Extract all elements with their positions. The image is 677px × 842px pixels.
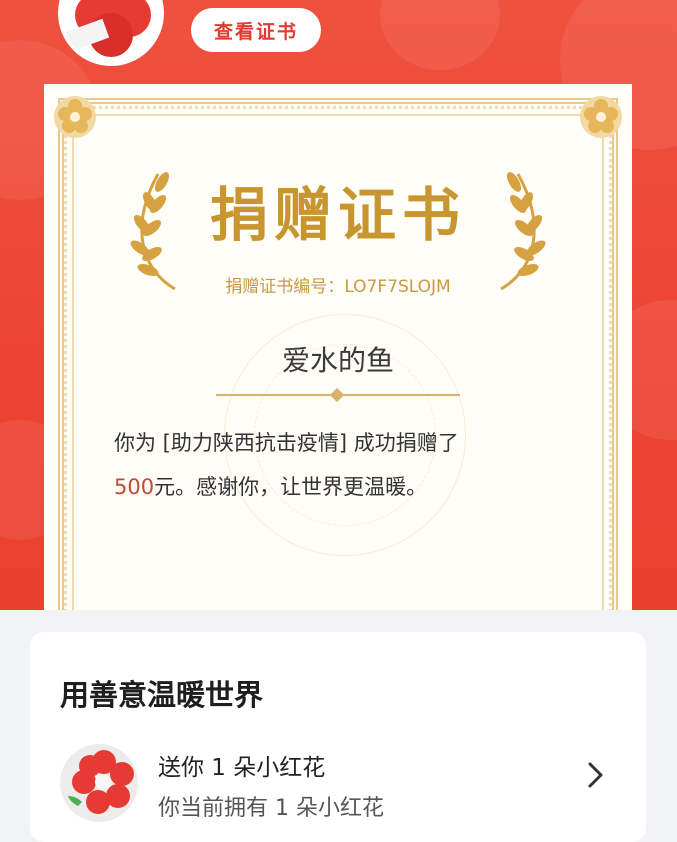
flower-item-title[interactable]: 送你 1 朵小红花 [158,748,325,782]
hero-banner: 查看证书 捐赠证书 捐赠证书编号：LO7F7SLOJM 爱水的鱼 你为 [助力陕… [0,0,677,610]
donor-name: 爱水的鱼 [281,344,394,377]
certificate-title: 捐赠证书 [209,181,466,249]
view-certificate-button[interactable]: 查看证书 [191,8,321,52]
certificate-number-label: 捐赠证书编号： [225,277,345,297]
card-title: 用善意温暖世界 [60,678,264,712]
divider [216,387,460,403]
certificate-number-value: LO7F7SLOJM [344,277,451,297]
chevron-right-icon[interactable] [580,760,610,790]
flower-ornament-icon [580,96,622,138]
certificate-message: 你为 [助力陕西抗击疫情] 成功捐赠了 500元。感谢你，让世界更温暖。 [114,421,572,509]
little-red-flower-icon [68,750,134,814]
message-line-1: 你为 [助力陕西抗击疫情] 成功捐赠了 [114,431,459,455]
flower-avatar [60,744,138,822]
certificate-number: 捐赠证书编号：LO7F7SLOJM [44,272,632,297]
message-line-2: 500元。感谢你，让世界更温暖。 [114,465,572,509]
avatar[interactable] [58,0,164,66]
flower-item-subtitle: 你当前拥有 1 朵小红花 [158,796,384,821]
kindness-card: 用善意温暖世界 送你 1 朵小红花 你当前拥有 1 朵小红花 [30,632,646,842]
donation-amount: 500 [114,475,155,499]
flower-ornament-icon [54,96,96,138]
background-blob [380,0,500,70]
message-line-2-rest: 元。感谢你，让世界更温暖。 [154,475,428,499]
donation-certificate: 捐赠证书 捐赠证书编号：LO7F7SLOJM 爱水的鱼 你为 [助力陕西抗击疫情… [44,84,632,610]
